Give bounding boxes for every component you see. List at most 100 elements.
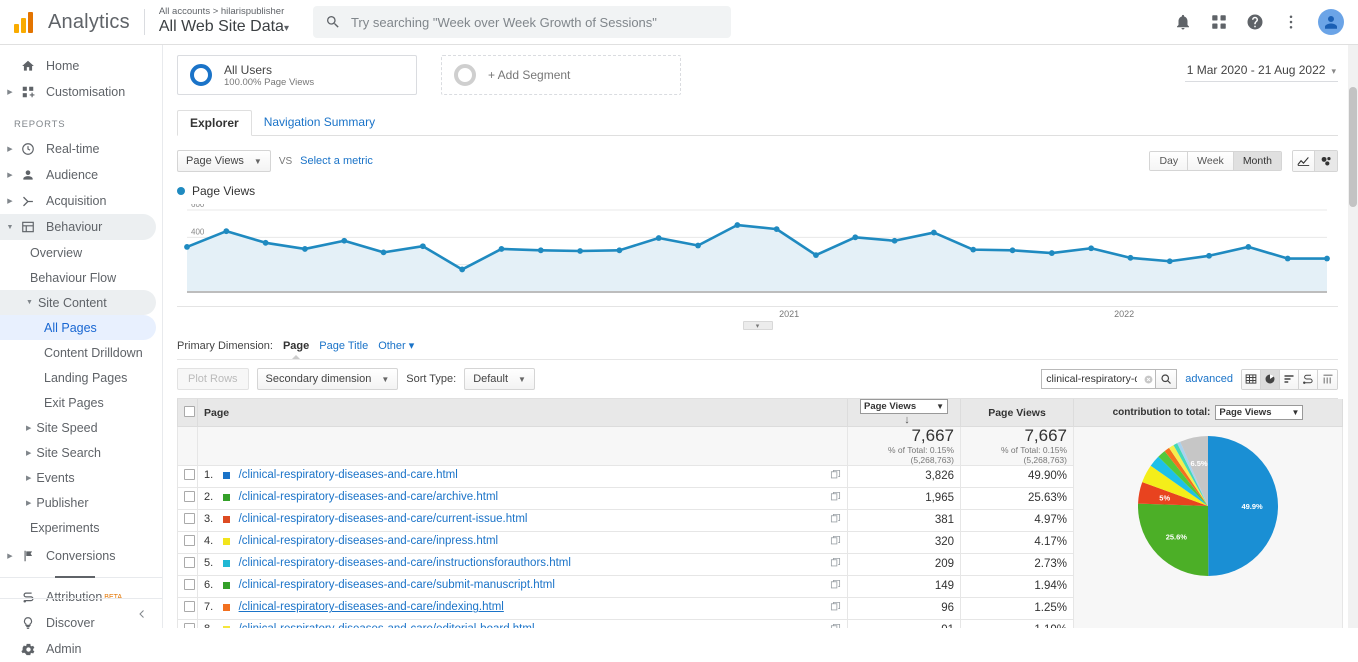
tab-explorer[interactable]: Explorer	[177, 110, 252, 136]
sidebar-item-conversions[interactable]: ▶ Conversions	[0, 543, 162, 569]
row-page-link[interactable]: /clinical-respiratory-diseases-and-care/…	[239, 557, 571, 569]
row-checkbox[interactable]	[184, 579, 195, 590]
account-avatar[interactable]	[1318, 9, 1344, 35]
sidebar-item-exit-pages[interactable]: Exit Pages	[0, 390, 162, 415]
sidebar-item-events[interactable]: ▶Events	[0, 465, 162, 490]
row-checkbox-cell	[178, 575, 198, 597]
row-page-link[interactable]: /clinical-respiratory-diseases-and-care/…	[239, 513, 528, 525]
row-checkbox[interactable]	[184, 469, 195, 480]
sidebar-item-audience[interactable]: ▶ Audience	[0, 162, 162, 188]
sidebar-item-customisation[interactable]: ▶ Customisation	[0, 79, 162, 105]
primary-dimension-page[interactable]: Page	[283, 340, 309, 352]
row-checkbox[interactable]	[184, 623, 195, 628]
sort-type-select[interactable]: Default▼	[464, 368, 535, 390]
row-page-link[interactable]: /clinical-respiratory-diseases-and-care/…	[239, 535, 498, 547]
row-checkbox[interactable]	[184, 557, 195, 568]
open-external-icon[interactable]	[830, 535, 841, 549]
advanced-filter-link[interactable]: advanced	[1185, 373, 1233, 385]
sidebar-item-site-speed[interactable]: ▶Site Speed	[0, 415, 162, 440]
select-all-header	[178, 399, 198, 427]
row-checkbox[interactable]	[184, 491, 195, 502]
sidebar-item-behaviour[interactable]: ▼ Behaviour	[0, 214, 156, 240]
vs-label: VS	[279, 156, 292, 167]
select-a-metric-link[interactable]: Select a metric	[300, 155, 373, 167]
open-external-icon[interactable]	[830, 491, 841, 505]
sort-desc-icon[interactable]: ↓	[904, 414, 910, 426]
sidebar-item-site-search[interactable]: ▶Site Search	[0, 440, 162, 465]
open-external-icon[interactable]	[830, 623, 841, 628]
granularity-month-button[interactable]: Month	[1234, 152, 1281, 170]
page-views-line-chart[interactable]: 200400600	[177, 204, 1338, 304]
sidebar-item-landing-pages[interactable]: Landing Pages	[0, 365, 162, 390]
row-page-link[interactable]: /clinical-respiratory-diseases-and-care.…	[239, 469, 458, 481]
granularity-day-button[interactable]: Day	[1150, 152, 1188, 170]
sidebar-item-real-time[interactable]: ▶ Real-time	[0, 136, 162, 162]
granularity-week-button[interactable]: Week	[1188, 152, 1234, 170]
pages-table: Page Page Views▼ ↓ Page Views contributi…	[177, 399, 1343, 628]
bell-icon[interactable]	[1174, 13, 1192, 31]
metric-select[interactable]: Page Views▼	[177, 150, 271, 172]
line-chart-icon[interactable]	[1293, 151, 1315, 171]
chart-resize-handle[interactable]: ▾	[177, 320, 1338, 331]
account-selector[interactable]: All accounts > hilarispublisher All Web …	[159, 7, 289, 36]
apply-filter-button[interactable]	[1155, 369, 1177, 389]
vertical-scrollbar[interactable]	[1348, 45, 1358, 628]
person-icon	[16, 168, 40, 182]
primary-dimension-other[interactable]: Other ▾	[378, 339, 414, 352]
open-external-icon[interactable]	[830, 579, 841, 593]
motion-chart-icon[interactable]	[1315, 151, 1337, 171]
metric-1-select[interactable]: Page Views▼	[860, 399, 948, 414]
sidebar-item-label: Conversions	[46, 549, 115, 563]
sidebar-item-publisher[interactable]: ▶Publisher	[0, 490, 162, 515]
row-checkbox[interactable]	[184, 535, 195, 546]
row-page-link[interactable]: /clinical-respiratory-diseases-and-care/…	[239, 579, 555, 591]
segment-all-users[interactable]: All Users 100.00% Page Views	[177, 55, 417, 95]
performance-view-icon[interactable]	[1280, 370, 1299, 389]
help-icon[interactable]	[1246, 13, 1264, 31]
table-filter-input[interactable]	[1041, 369, 1141, 389]
add-segment-button[interactable]: + Add Segment	[441, 55, 681, 95]
secondary-dimension-select[interactable]: Secondary dimension▼	[257, 368, 399, 390]
sidebar-item-behaviour-flow[interactable]: Behaviour Flow	[0, 265, 162, 290]
sidebar-item-site-content[interactable]: ▼Site Content	[0, 290, 156, 315]
apps-grid-icon[interactable]	[1210, 13, 1228, 31]
open-external-icon[interactable]	[830, 601, 841, 615]
table-view-icon[interactable]	[1242, 370, 1261, 389]
clear-filter-icon[interactable]	[1141, 369, 1155, 389]
tab-navigation-summary[interactable]: Navigation Summary	[252, 110, 387, 136]
open-external-icon[interactable]	[830, 469, 841, 483]
row-page-link[interactable]: /clinical-respiratory-diseases-and-care/…	[239, 491, 498, 503]
row-page-views-pct: 2.73%	[961, 553, 1074, 575]
sidebar-item-all-pages[interactable]: All Pages	[0, 315, 156, 340]
global-search-box[interactable]: Try searching "Week over Week Growth of …	[313, 6, 731, 38]
scrollbar-thumb[interactable]	[1349, 87, 1357, 207]
chevron-down-icon: ▼	[254, 157, 262, 166]
row-page-link[interactable]: /clinical-respiratory-diseases-and-care/…	[239, 601, 504, 613]
sidebar-item-overview[interactable]: Overview	[0, 240, 162, 265]
row-page-link[interactable]: /clinical-respiratory-diseases-and-care/…	[239, 623, 535, 628]
sidebar-item-admin[interactable]: Admin	[0, 636, 162, 662]
sidebar-item-acquisition[interactable]: ▶ Acquisition	[0, 188, 162, 214]
contribution-select[interactable]: Page Views▼	[1215, 405, 1303, 420]
row-page-views: 149	[848, 575, 961, 597]
date-range-picker[interactable]: 1 Mar 2020 - 21 Aug 2022▾	[1185, 61, 1338, 82]
chevron-down-icon: ▾	[284, 23, 289, 34]
plot-rows-button[interactable]: Plot Rows	[177, 368, 249, 390]
more-vert-icon[interactable]	[1282, 13, 1300, 31]
row-checkbox[interactable]	[184, 601, 195, 612]
contribution-pie-chart[interactable]: 49.9%25.6%5%6.5%	[1135, 433, 1281, 579]
row-checkbox[interactable]	[184, 513, 195, 524]
sidebar-item-home[interactable]: Home	[0, 53, 162, 79]
comparison-view-icon[interactable]	[1299, 370, 1318, 389]
sidebar-item-content-drilldown[interactable]: Content Drilldown	[0, 340, 162, 365]
open-external-icon[interactable]	[830, 513, 841, 527]
pivot-view-icon[interactable]	[1318, 370, 1337, 389]
primary-dimension-page-title[interactable]: Page Title	[319, 340, 368, 352]
open-external-icon[interactable]	[830, 557, 841, 571]
pie-view-icon[interactable]	[1261, 370, 1280, 389]
sidebar-item-label: Acquisition	[46, 194, 106, 208]
sidebar-collapse-button[interactable]	[0, 598, 162, 628]
select-all-checkbox[interactable]	[184, 406, 195, 417]
sidebar-item-experiments[interactable]: Experiments	[0, 515, 162, 540]
grip-icon: ▾	[743, 321, 773, 330]
